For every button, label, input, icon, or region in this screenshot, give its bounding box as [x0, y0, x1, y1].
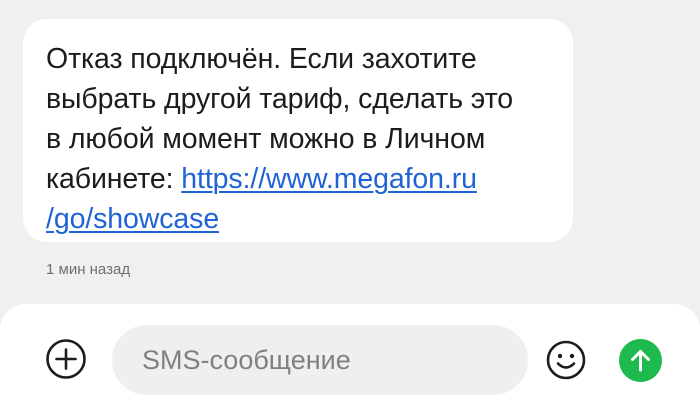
sms-input[interactable]	[112, 325, 528, 395]
plus-circle-icon	[46, 339, 86, 379]
message-bubble: Отказ подключён. Если захотите выбрать д…	[23, 19, 573, 242]
attach-button[interactable]	[44, 337, 88, 381]
message-link-part-1[interactable]: https://www.megafon.ru	[181, 163, 477, 195]
message-line-1: Отказ подключён. Если захотите	[46, 43, 477, 75]
emoji-button[interactable]	[545, 339, 587, 381]
message-link-part-2[interactable]: /go/showcase	[46, 203, 219, 235]
composer-bar	[0, 304, 700, 412]
message-timestamp: 1 мин назад	[46, 261, 131, 278]
message-line-5: /go/showcase	[46, 199, 553, 239]
sms-input-field[interactable]	[112, 325, 528, 395]
arrow-up-icon	[631, 350, 650, 372]
message-line-3: в любой момент можно в Личном	[46, 123, 486, 155]
send-button[interactable]	[619, 339, 662, 382]
message-thread: Отказ подключён. Если захотите выбрать д…	[0, 0, 700, 300]
message-line-4: кабинете: https://www.megafon.ru	[46, 159, 553, 199]
message-line-2: выбрать другой тариф, сделать это	[46, 83, 514, 115]
message-line-4-text: кабинете:	[46, 163, 182, 195]
smiley-icon	[546, 340, 586, 380]
